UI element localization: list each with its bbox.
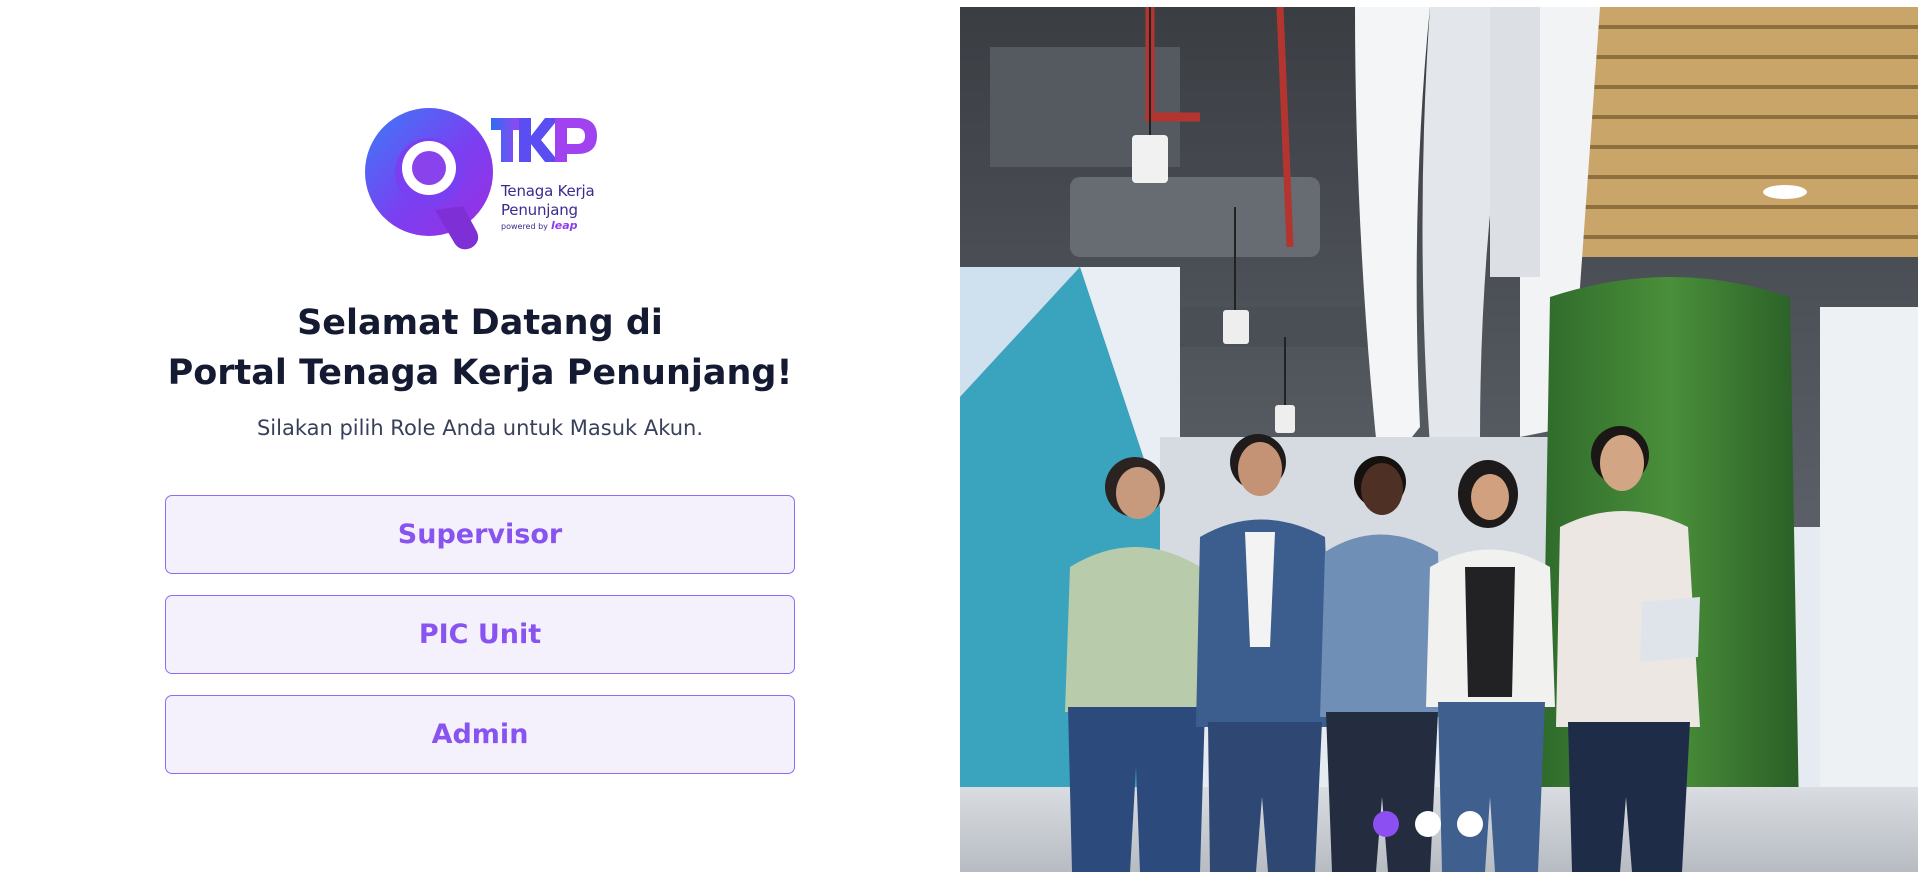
tkp-logo: Tenaga Kerja Penunjang powered by leap — [365, 106, 605, 252]
office-team-photo — [960, 7, 1918, 872]
carousel-panel — [960, 7, 1918, 872]
logo-powered-by: powered by — [501, 222, 548, 231]
welcome-title-line2: Portal Tenaga Kerja Penunjang! — [167, 353, 793, 393]
carousel-dot-1[interactable] — [1373, 811, 1399, 837]
login-role-page: Tenaga Kerja Penunjang powered by leap S… — [0, 0, 1918, 872]
logo-subtitle-line1: Tenaga Kerja — [501, 182, 595, 200]
logo-magnifier-icon — [365, 108, 493, 250]
admin-role-button[interactable]: Admin — [165, 695, 795, 774]
logo-subtitle-line2: Penunjang — [501, 201, 578, 219]
leap-logo: leap — [551, 219, 578, 232]
welcome-subtitle: Silakan pilih Role Anda untuk Masuk Akun… — [256, 416, 704, 440]
pic-unit-role-button[interactable]: PIC Unit — [165, 595, 795, 674]
welcome-title-line1: Selamat Datang di — [297, 303, 663, 343]
welcome-title: Selamat Datang di Portal Tenaga Kerja Pe… — [0, 298, 960, 398]
supervisor-role-button[interactable]: Supervisor — [165, 495, 795, 574]
carousel-dot-2[interactable] — [1415, 811, 1441, 837]
logo-tkp-wordmark — [491, 118, 597, 162]
carousel-indicators — [1373, 811, 1483, 837]
role-selection-panel: Tenaga Kerja Penunjang powered by leap S… — [0, 0, 960, 872]
carousel-dot-3[interactable] — [1457, 811, 1483, 837]
